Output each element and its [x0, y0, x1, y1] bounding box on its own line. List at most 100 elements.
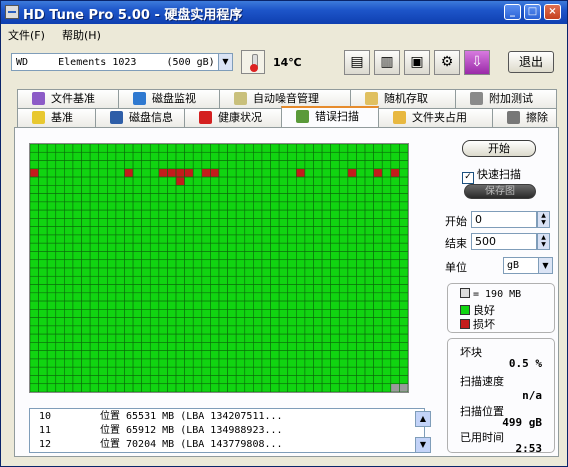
good-block [330, 160, 340, 170]
options-icon[interactable]: ⚙ [434, 50, 460, 75]
good-block [107, 193, 117, 203]
good-block [184, 267, 194, 277]
good-block [287, 168, 297, 178]
good-block [235, 259, 246, 269]
save-icon[interactable]: ▣ [404, 50, 430, 75]
end-spinner[interactable]: ▲ ▼ [537, 233, 550, 250]
good-block [244, 350, 254, 360]
good-block [98, 284, 108, 294]
tab-folder-usage[interactable]: 文件夹占用 [378, 108, 493, 127]
unit-dropdown-icon[interactable]: ▼ [538, 257, 553, 274]
good-block [321, 160, 331, 170]
tab-error-scan[interactable]: 错误扫描 [281, 106, 379, 127]
start-spinner[interactable]: ▲ ▼ [537, 211, 550, 228]
start-field[interactable]: 0 [471, 211, 537, 228]
close-button[interactable]: × [544, 4, 561, 20]
good-block [227, 251, 237, 261]
title-bar[interactable]: HD Tune Pro 5.00 - 硬盘实用程序 _ □ × [1, 1, 567, 24]
scroll-down-button[interactable]: ▼ [415, 437, 431, 453]
good-block [184, 350, 194, 360]
start-button[interactable]: 开始 [462, 140, 536, 157]
copy-screen-icon[interactable]: ▥ [374, 50, 400, 75]
good-block [330, 325, 340, 335]
good-block [321, 284, 331, 294]
good-block [235, 251, 246, 261]
good-block [210, 160, 220, 170]
good-block [321, 358, 331, 368]
maximize-button[interactable]: □ [524, 4, 541, 20]
good-block [373, 317, 383, 327]
good-block [167, 350, 177, 360]
scroll-up-button[interactable]: ▲ [415, 411, 431, 427]
download-icon[interactable]: ⇩ [464, 50, 490, 75]
good-block [218, 284, 228, 294]
good-block [278, 160, 289, 170]
good-block [373, 226, 383, 236]
unit-select[interactable]: gB [503, 257, 539, 274]
save-map-button[interactable]: 保存图 [464, 184, 536, 199]
good-block [373, 218, 383, 227]
tab-extra-tests[interactable]: 附加测试 [455, 89, 557, 108]
good-block [253, 275, 263, 285]
good-block [218, 259, 228, 269]
exit-button[interactable]: 退出 [508, 51, 554, 73]
good-block [64, 325, 74, 335]
good-block [30, 325, 39, 335]
quick-scan-checkbox[interactable]: ✓ 快速扫描 [462, 166, 521, 184]
error-log-list[interactable]: 10 位置 65531 MB (LBA 134207511... 11 位置 659… [29, 408, 425, 453]
tab-erase[interactable]: 擦除 [492, 108, 557, 127]
chevron-down-icon[interactable]: ▼ [218, 53, 233, 71]
tab-label: 文件基准 [51, 92, 95, 105]
bad-block [175, 168, 185, 178]
good-block [313, 325, 323, 335]
good-block [287, 209, 297, 219]
scan-speed-label: 扫描速度 [460, 375, 504, 388]
good-block [184, 144, 194, 153]
good-block [304, 333, 314, 343]
end-field[interactable]: 500 [471, 233, 537, 250]
copy-info-icon[interactable]: ▤ [344, 50, 370, 75]
good-block [244, 375, 254, 385]
good-block [107, 366, 117, 376]
drive-select[interactable]: WD Elements 1023 (500 gB) [11, 53, 219, 71]
good-block [201, 383, 211, 392]
good-block [72, 185, 82, 194]
tab-disk-monitor[interactable]: 磁盘监视 [118, 89, 220, 108]
good-block [30, 251, 39, 261]
good-block [64, 300, 74, 310]
good-block [192, 234, 203, 244]
tab-disk-info[interactable]: 磁盘信息 [95, 108, 185, 127]
good-block [38, 317, 48, 327]
menu-file[interactable]: 文件(F) [8, 27, 45, 43]
good-block [64, 144, 74, 153]
good-block [270, 309, 280, 318]
good-block [38, 267, 48, 277]
good-block [132, 300, 142, 310]
good-block [261, 358, 271, 368]
speaker-icon [234, 92, 247, 105]
good-block [364, 284, 374, 294]
good-block [81, 284, 91, 294]
good-block [313, 234, 323, 244]
good-block [30, 284, 39, 294]
good-block [64, 251, 74, 261]
good-block [167, 375, 177, 385]
good-block [338, 234, 349, 244]
good-block [304, 366, 314, 376]
good-block [192, 251, 203, 261]
tab-health[interactable]: 健康状况 [184, 108, 282, 127]
minimize-button[interactable]: _ [504, 4, 521, 20]
good-block [141, 292, 151, 302]
tab-file-benchmark[interactable]: 文件基准 [17, 89, 119, 108]
good-block [227, 176, 237, 186]
good-block [356, 185, 366, 194]
good-block [330, 193, 340, 203]
good-block [227, 275, 237, 285]
good-block [390, 333, 400, 343]
good-block [373, 251, 383, 261]
good-block [81, 234, 91, 244]
good-block [64, 309, 74, 318]
good-block [364, 234, 374, 244]
menu-help[interactable]: 帮助(H) [62, 27, 101, 43]
tab-benchmark[interactable]: 基准 [17, 108, 96, 127]
